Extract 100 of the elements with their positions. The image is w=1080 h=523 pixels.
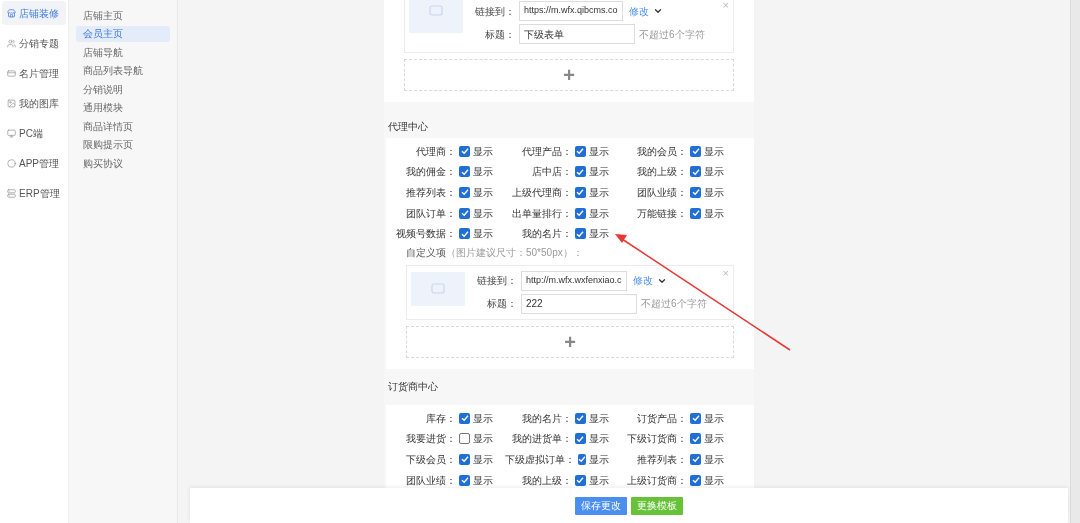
option-text: 显示 xyxy=(588,452,609,467)
option-text: 显示 xyxy=(473,473,494,488)
subnav-item[interactable]: 通用模块 xyxy=(76,99,170,116)
title-field[interactable]: 下级表单 xyxy=(519,24,635,44)
checkbox[interactable] xyxy=(690,166,701,178)
option-text: 显示 xyxy=(473,452,494,467)
section-title: 代理中心 xyxy=(387,120,429,134)
monitor-icon xyxy=(7,128,16,138)
subnav-item[interactable]: 商品列表导航 xyxy=(76,62,170,79)
option-label: 万能链接： xyxy=(637,206,687,221)
field-label: 标题： xyxy=(486,297,517,312)
option-label: 团队业绩： xyxy=(637,186,687,200)
checkbox[interactable] xyxy=(690,453,701,465)
field-label: 链接到： xyxy=(476,274,517,289)
option-text: 显示 xyxy=(473,144,494,159)
option-label: 出单量排行： xyxy=(511,206,572,221)
option-text: 显示 xyxy=(704,452,724,467)
sidebar-item[interactable]: PC端 xyxy=(2,121,66,145)
checkbox[interactable] xyxy=(459,453,471,465)
title-field[interactable]: 222 xyxy=(521,293,637,314)
option-label: 下级订货商： xyxy=(627,432,687,447)
checkbox[interactable] xyxy=(459,433,471,445)
sidebar-item[interactable]: APP管理 xyxy=(2,151,66,175)
checkbox[interactable] xyxy=(690,187,701,198)
option-text: 显示 xyxy=(588,411,609,426)
checkbox[interactable] xyxy=(459,145,471,157)
sidebar-item[interactable]: ERP管理 xyxy=(2,181,66,205)
image-icon xyxy=(7,98,16,108)
hint-text: 不超过6个字符 xyxy=(641,297,707,312)
option-text: 显示 xyxy=(704,206,724,221)
option-label: 我要进货： xyxy=(406,432,457,447)
checkbox[interactable] xyxy=(459,228,471,240)
option-label: 推荐列表： xyxy=(406,186,457,200)
subnav-item[interactable]: 购买协议 xyxy=(76,155,170,171)
option-label: 上级订货商： xyxy=(627,473,687,488)
option-label: 代理商： xyxy=(416,144,457,159)
add-button[interactable]: + xyxy=(404,59,734,91)
checkbox[interactable] xyxy=(574,207,586,219)
option-label: 我的名片： xyxy=(521,411,572,426)
checkbox[interactable] xyxy=(690,207,701,219)
checkbox[interactable] xyxy=(574,145,586,157)
option-text: 显示 xyxy=(473,206,494,221)
option-text: 显示 xyxy=(473,186,494,200)
option-text: 显示 xyxy=(704,165,724,180)
option-text: 显示 xyxy=(704,473,724,488)
chevron-down-icon[interactable] xyxy=(652,6,663,16)
edit-link[interactable]: 修改 xyxy=(628,3,649,19)
option-label: 团队订单： xyxy=(406,206,457,221)
scrollbar[interactable] xyxy=(1070,0,1080,523)
link-field[interactable]: http://m.wfx.wxfenxiao.c xyxy=(521,270,627,291)
checkbox[interactable] xyxy=(459,187,471,198)
sidebar-item[interactable]: 分销专题 xyxy=(2,31,66,55)
option-text: 显示 xyxy=(588,227,609,242)
option-text: 显示 xyxy=(473,411,494,426)
add-button[interactable]: + xyxy=(406,325,734,358)
option-text: 显示 xyxy=(704,411,724,426)
subnav-item[interactable]: 店铺导航 xyxy=(76,44,170,60)
option-label: 团队业绩： xyxy=(406,473,457,488)
option-label: 推荐列表： xyxy=(637,452,687,467)
field-label: 标题： xyxy=(484,27,515,42)
checkbox[interactable] xyxy=(574,228,586,240)
checkbox[interactable] xyxy=(574,187,586,198)
link-field[interactable]: https://m.wfx.qibcms.co xyxy=(519,1,623,21)
checkbox[interactable] xyxy=(459,412,471,424)
option-text: 显示 xyxy=(473,227,494,242)
option-label: 订货产品： xyxy=(637,411,687,426)
people-icon xyxy=(7,38,16,48)
subnav-item[interactable]: 店铺主页 xyxy=(76,7,170,23)
image-icon xyxy=(429,4,443,16)
checkbox[interactable] xyxy=(690,412,701,424)
checkbox[interactable] xyxy=(577,453,586,465)
checkbox[interactable] xyxy=(459,166,471,178)
option-label: 视频号数据： xyxy=(396,227,457,242)
option-label: 我的上级： xyxy=(521,473,572,488)
option-text: 显示 xyxy=(588,165,609,180)
checkbox[interactable] xyxy=(574,412,586,424)
checkbox[interactable] xyxy=(574,474,586,486)
sidebar-item[interactable]: 名片管理 xyxy=(2,61,66,85)
checkbox[interactable] xyxy=(690,474,701,486)
server-icon xyxy=(7,188,16,198)
save-button[interactable]: 保存更改 xyxy=(575,496,627,515)
option-text: 显示 xyxy=(473,165,494,180)
checkbox[interactable] xyxy=(690,145,701,157)
subnav-item[interactable]: 商品详情页 xyxy=(76,118,170,134)
checkbox[interactable] xyxy=(690,433,701,445)
sidebar-item[interactable]: 我的图库 xyxy=(2,91,66,115)
option-text: 显示 xyxy=(588,473,609,488)
edit-link[interactable]: 修改 xyxy=(632,273,653,289)
option-label: 我的上级： xyxy=(637,165,687,180)
option-label: 我的名片： xyxy=(521,227,572,242)
option-label: 我的会员： xyxy=(637,144,687,159)
subnav-item[interactable]: 分销说明 xyxy=(76,81,170,97)
option-label: 库存： xyxy=(426,411,457,426)
subnav-item[interactable]: 会员主页 xyxy=(76,25,170,42)
checkbox[interactable] xyxy=(574,433,586,445)
checkbox[interactable] xyxy=(459,474,471,486)
checkbox[interactable] xyxy=(574,166,586,178)
sidebar-item[interactable]: 店铺装修 xyxy=(2,1,66,25)
checkbox[interactable] xyxy=(459,207,471,219)
subnav-item[interactable]: 限购提示页 xyxy=(76,136,170,153)
